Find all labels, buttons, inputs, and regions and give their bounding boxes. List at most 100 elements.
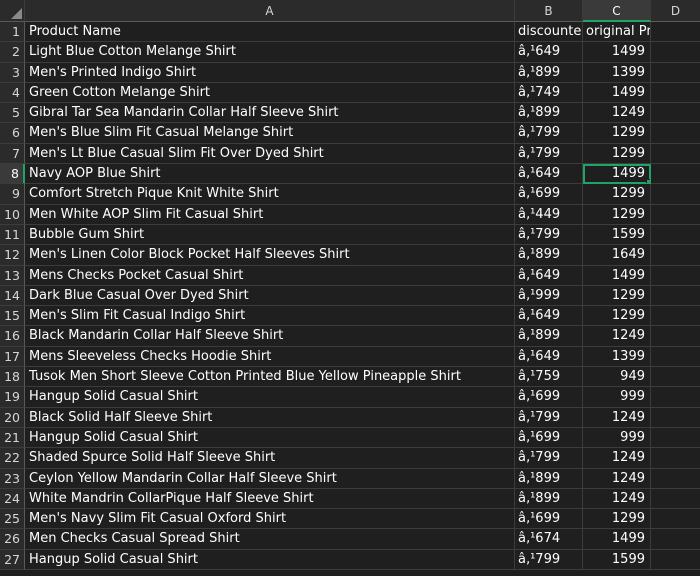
cell-product-name[interactable]: Men's Lt Blue Casual Slim Fit Over Dyed … — [25, 143, 515, 165]
row-header[interactable]: 17 — [0, 346, 25, 368]
cell-empty[interactable] — [651, 488, 700, 510]
column-header-d[interactable]: D — [651, 0, 700, 22]
cell-discounted-price[interactable]: â‚¹899 — [515, 245, 583, 266]
row-header[interactable]: 18 — [0, 367, 25, 388]
row-header[interactable]: 9 — [0, 184, 25, 205]
cell-empty[interactable] — [651, 407, 700, 428]
cell-product-name[interactable]: Navy AOP Blue Shirt — [25, 164, 515, 185]
cell-original-price[interactable]: 949 — [583, 367, 651, 388]
cell-empty[interactable] — [651, 285, 700, 307]
cell-empty[interactable] — [651, 448, 700, 469]
cell-discounted-price[interactable]: â‚¹799 — [515, 549, 583, 571]
cell-product-name[interactable]: Hangup Solid Casual Shirt — [25, 427, 515, 449]
cell-empty[interactable] — [651, 143, 700, 165]
column-header-c[interactable]: C — [583, 0, 651, 22]
row-header[interactable]: 22 — [0, 448, 25, 469]
cell-discounted-price[interactable]: â‚¹649 — [515, 306, 583, 327]
row-header[interactable]: 13 — [0, 265, 25, 286]
cell-original-price[interactable]: 1299 — [583, 509, 651, 530]
cell-original-price[interactable]: 1499 — [583, 265, 651, 286]
cell-product-name[interactable]: Black Mandarin Collar Half Sleeve Shirt — [25, 326, 515, 347]
select-all-corner[interactable] — [0, 0, 25, 22]
row-header[interactable]: 7 — [0, 143, 25, 165]
cell-discounted-price[interactable]: â‚¹749 — [515, 82, 583, 104]
cell-product-name[interactable]: Men's Printed Indigo Shirt — [25, 62, 515, 83]
cell-product-name[interactable]: Men's Linen Color Block Pocket Half Slee… — [25, 245, 515, 266]
cell-discounted-price[interactable]: â‚¹799 — [515, 407, 583, 428]
cell-original-price[interactable]: 1399 — [583, 346, 651, 368]
cell-product-name[interactable]: Light Blue Cotton Melange Shirt — [25, 42, 515, 63]
cell-empty[interactable] — [651, 103, 700, 124]
cell-empty[interactable] — [651, 164, 700, 185]
cell-empty[interactable] — [651, 509, 700, 530]
column-header-b[interactable]: B — [515, 0, 583, 22]
cell-empty[interactable] — [651, 326, 700, 347]
cell-original-price[interactable]: 1299 — [583, 204, 651, 225]
row-header[interactable]: 8 — [0, 164, 25, 185]
cell-empty[interactable] — [651, 42, 700, 63]
row-header[interactable]: 11 — [0, 224, 25, 246]
cell-original-price[interactable]: 1599 — [583, 549, 651, 571]
cell-discounted-price[interactable]: â‚¹799 — [515, 224, 583, 246]
cell-discounted-price[interactable]: â‚¹999 — [515, 285, 583, 307]
cell-discounted-price[interactable]: â‚¹899 — [515, 468, 583, 489]
row-header[interactable]: 16 — [0, 326, 25, 347]
cell-discounted-price[interactable]: â‚¹899 — [515, 326, 583, 347]
cell-discounted-price[interactable]: â‚¹699 — [515, 427, 583, 449]
row-header[interactable]: 19 — [0, 387, 25, 408]
row-header[interactable]: 4 — [0, 82, 25, 104]
row-header[interactable]: 5 — [0, 103, 25, 124]
row-header[interactable]: 14 — [0, 285, 25, 307]
cell-product-name[interactable]: Men White AOP Slim Fit Casual Shirt — [25, 204, 515, 225]
cell-discounted-header[interactable]: discounte — [515, 22, 583, 43]
cell-discounted-price[interactable]: â‚¹449 — [515, 204, 583, 225]
cell-discounted-price[interactable]: â‚¹649 — [515, 346, 583, 368]
cell-product-name[interactable]: White Mandrin CollarPique Half Sleeve Sh… — [25, 488, 515, 510]
cell-empty[interactable] — [651, 346, 700, 368]
cell-discounted-price[interactable]: â‚¹699 — [515, 387, 583, 408]
cell-product-name[interactable]: Men's Blue Slim Fit Casual Melange Shirt — [25, 123, 515, 144]
cell-discounted-price[interactable]: â‚¹649 — [515, 164, 583, 185]
row-header[interactable]: 3 — [0, 62, 25, 83]
row-header[interactable]: 15 — [0, 306, 25, 327]
select-all-triangle-icon[interactable] — [11, 8, 22, 19]
cell-product-name[interactable]: Mens Sleeveless Checks Hoodie Shirt — [25, 346, 515, 368]
cell-empty[interactable] — [651, 367, 700, 388]
row-header[interactable]: 1 — [0, 22, 25, 43]
cell-original-price[interactable]: 1399 — [583, 62, 651, 83]
cell-original-price[interactable]: 1299 — [583, 285, 651, 307]
cell-product-name[interactable]: Mens Checks Pocket Casual Shirt — [25, 265, 515, 286]
cell-original-price[interactable]: 1299 — [583, 123, 651, 144]
cell-product-name[interactable]: Shaded Spurce Solid Half Sleeve Shirt — [25, 448, 515, 469]
cell-discounted-price[interactable]: â‚¹899 — [515, 62, 583, 83]
cell-product-name[interactable]: Gibral Tar Sea Mandarin Collar Half Slee… — [25, 103, 515, 124]
cell-empty[interactable] — [651, 306, 700, 327]
row-header[interactable]: 2 — [0, 42, 25, 63]
cell-original-price[interactable]: 1299 — [583, 143, 651, 165]
cell-discounted-price[interactable]: â‚¹699 — [515, 509, 583, 530]
row-header[interactable]: 23 — [0, 468, 25, 489]
cell-product-name[interactable]: Bubble Gum Shirt — [25, 224, 515, 246]
cell-product-name[interactable]: Men's Navy Slim Fit Casual Oxford Shirt — [25, 509, 515, 530]
cell-product-name[interactable]: Men Checks Casual Spread Shirt — [25, 529, 515, 550]
column-header-a[interactable]: A — [25, 0, 515, 22]
cell-product-name[interactable]: Black Solid Half Sleeve Shirt — [25, 407, 515, 428]
fill-handle[interactable] — [646, 179, 650, 184]
cell-product-name[interactable]: Green Cotton Melange Shirt — [25, 82, 515, 104]
cell-empty[interactable] — [651, 549, 700, 571]
cell-original-price[interactable]: 1649 — [583, 245, 651, 266]
row-header[interactable]: 12 — [0, 245, 25, 266]
cell-original-price[interactable]: 1499 — [583, 82, 651, 104]
cell-empty[interactable] — [651, 62, 700, 83]
cell-original-price[interactable]: 1299 — [583, 306, 651, 327]
cell-empty[interactable] — [651, 22, 700, 43]
cell-original-price[interactable]: 1249 — [583, 488, 651, 510]
cell-discounted-price[interactable]: â‚¹699 — [515, 184, 583, 205]
cell-original-price[interactable]: 1249 — [583, 326, 651, 347]
cell-product-header[interactable]: Product Name — [25, 22, 515, 43]
cell-product-name[interactable]: Hangup Solid Casual Shirt — [25, 387, 515, 408]
cell-empty[interactable] — [651, 82, 700, 104]
cell-original-price[interactable]: 999 — [583, 387, 651, 408]
row-header[interactable]: 26 — [0, 529, 25, 550]
cell-empty[interactable] — [651, 427, 700, 449]
